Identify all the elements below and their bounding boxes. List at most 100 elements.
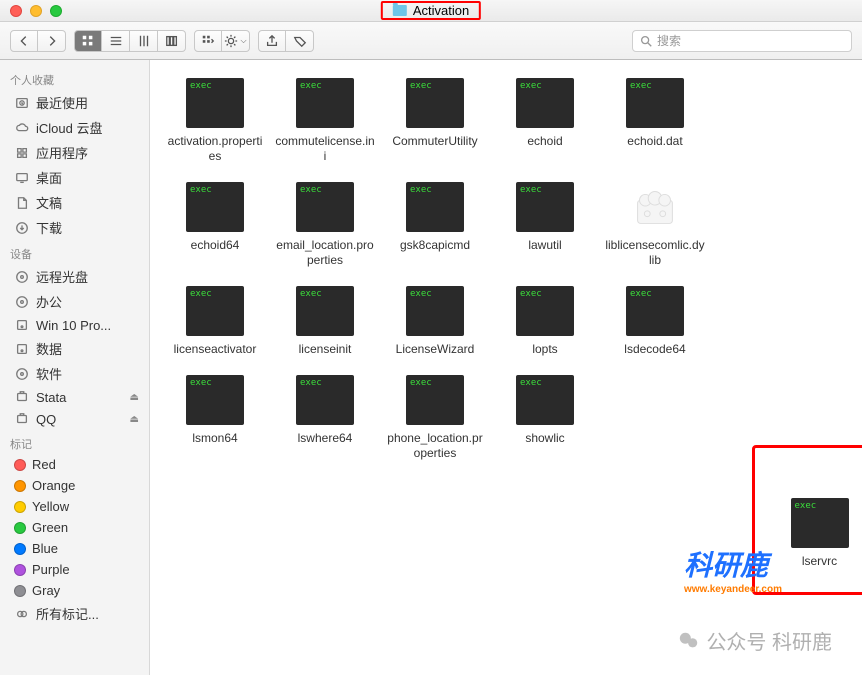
sidebar-item-label: 应用程序 bbox=[36, 143, 88, 162]
file-item[interactable]: lsmon64 bbox=[160, 375, 270, 461]
file-item[interactable]: CommuterUtility bbox=[380, 78, 490, 164]
file-item[interactable]: showlic bbox=[490, 375, 600, 461]
file-item[interactable]: echoid bbox=[490, 78, 600, 164]
titlebar: Activation bbox=[0, 0, 862, 22]
exec-icon bbox=[186, 286, 244, 336]
sidebar-item-label: 所有标记... bbox=[36, 604, 99, 623]
sidebar-item[interactable]: 应用程序 bbox=[0, 140, 149, 165]
file-item[interactable]: lsdecode64 bbox=[600, 286, 710, 357]
search-input[interactable]: 搜索 bbox=[632, 30, 852, 52]
sidebar-header: 设备 bbox=[0, 240, 149, 264]
back-button[interactable] bbox=[10, 30, 38, 52]
maximize-button[interactable] bbox=[50, 5, 62, 17]
sidebar-item[interactable]: Gray bbox=[0, 580, 149, 601]
sidebar-item[interactable]: Yellow bbox=[0, 496, 149, 517]
eject-icon[interactable]: ⏏ bbox=[130, 414, 139, 425]
column-view-button[interactable] bbox=[130, 30, 158, 52]
sidebar-item[interactable]: Purple bbox=[0, 559, 149, 580]
eject-icon[interactable]: ⏏ bbox=[130, 392, 139, 403]
sidebar-item-label: Gray bbox=[32, 583, 60, 598]
sidebar-item[interactable]: Red bbox=[0, 454, 149, 475]
exec-icon bbox=[186, 182, 244, 232]
close-button[interactable] bbox=[10, 5, 22, 17]
file-item[interactable]: lservrc bbox=[755, 498, 862, 569]
file-item[interactable]: lopts bbox=[490, 286, 600, 357]
sidebar-item-label: 办公 bbox=[36, 292, 62, 311]
sidebar-item[interactable]: Stata ⏏ bbox=[0, 386, 149, 408]
watermark-footer: 公众号 科研鹿 bbox=[678, 626, 832, 655]
tag-button[interactable] bbox=[286, 30, 314, 52]
file-item[interactable]: lswhere64 bbox=[270, 375, 380, 461]
sidebar-item[interactable]: 文稿 bbox=[0, 190, 149, 215]
sidebar-item[interactable]: 办公 bbox=[0, 289, 149, 314]
clock-icon bbox=[14, 95, 30, 111]
arrange-button[interactable] bbox=[194, 30, 222, 52]
share-button[interactable] bbox=[258, 30, 286, 52]
file-name: phone_location.properties bbox=[385, 431, 485, 461]
sidebar-header: 标记 bbox=[0, 430, 149, 454]
tag-color-icon bbox=[14, 522, 26, 534]
sidebar-item[interactable]: Win 10 Pro... bbox=[0, 314, 149, 336]
file-name: gsk8capicmd bbox=[400, 238, 470, 253]
sidebar-item[interactable]: 软件 bbox=[0, 361, 149, 386]
file-name: licenseactivator bbox=[174, 342, 257, 357]
action-button[interactable]: ⌵ bbox=[222, 30, 250, 52]
sidebar-item[interactable]: 桌面 bbox=[0, 165, 149, 190]
file-item[interactable]: echoid64 bbox=[160, 182, 270, 268]
alltags-icon bbox=[14, 606, 30, 622]
exec-icon bbox=[296, 375, 354, 425]
tag-color-icon bbox=[14, 564, 26, 576]
file-item[interactable]: liblicensecomlic.dylib bbox=[600, 182, 710, 268]
list-view-button[interactable] bbox=[102, 30, 130, 52]
search-icon bbox=[639, 34, 653, 48]
body: 个人收藏最近使用iCloud 云盘应用程序桌面文稿下载设备远程光盘办公 Win 1… bbox=[0, 60, 862, 675]
sidebar-item[interactable]: iCloud 云盘 bbox=[0, 115, 149, 140]
file-name: email_location.properties bbox=[275, 238, 375, 268]
disk-icon bbox=[14, 317, 30, 333]
file-item[interactable]: echoid.dat bbox=[600, 78, 710, 164]
file-item[interactable]: activation.properties bbox=[160, 78, 270, 164]
sidebar-item[interactable]: 所有标记... bbox=[0, 601, 149, 626]
ext-icon bbox=[14, 389, 30, 405]
sidebar-item-label: 文稿 bbox=[36, 193, 62, 212]
tag-color-icon bbox=[14, 585, 26, 597]
window-title: Activation bbox=[413, 3, 469, 18]
wechat-icon bbox=[678, 630, 700, 652]
exec-icon bbox=[296, 78, 354, 128]
sidebar-item[interactable]: 下载 bbox=[0, 215, 149, 240]
file-item[interactable]: gsk8capicmd bbox=[380, 182, 490, 268]
sidebar-item-label: 桌面 bbox=[36, 168, 62, 187]
file-name: echoid64 bbox=[191, 238, 240, 253]
file-item[interactable]: email_location.properties bbox=[270, 182, 380, 268]
folder-icon bbox=[393, 5, 407, 16]
sidebar-item[interactable]: Blue bbox=[0, 538, 149, 559]
minimize-button[interactable] bbox=[30, 5, 42, 17]
exec-icon bbox=[626, 286, 684, 336]
sidebar-item-label: Win 10 Pro... bbox=[36, 318, 111, 333]
sidebar-item[interactable]: Green bbox=[0, 517, 149, 538]
tag-color-icon bbox=[14, 459, 26, 471]
forward-button[interactable] bbox=[38, 30, 66, 52]
content-area[interactable]: activation.propertiescommutelicense.iniC… bbox=[150, 60, 862, 675]
sidebar-item-label: Stata bbox=[36, 390, 66, 405]
sidebar-item[interactable]: QQ⏏ bbox=[0, 408, 149, 430]
sidebar-header: 个人收藏 bbox=[0, 66, 149, 90]
exec-icon bbox=[186, 375, 244, 425]
icon-view-button[interactable] bbox=[74, 30, 102, 52]
disc-icon bbox=[14, 294, 30, 310]
file-item[interactable]: licenseactivator bbox=[160, 286, 270, 357]
gallery-view-button[interactable] bbox=[158, 30, 186, 52]
sidebar-item-label: 远程光盘 bbox=[36, 267, 88, 286]
sidebar-item[interactable]: 数据 bbox=[0, 336, 149, 361]
sidebar-item[interactable]: 最近使用 bbox=[0, 90, 149, 115]
exec-icon bbox=[296, 286, 354, 336]
highlight-annotation: lservrc bbox=[752, 445, 862, 595]
file-item[interactable]: lawutil bbox=[490, 182, 600, 268]
sidebar-item[interactable]: 远程光盘 bbox=[0, 264, 149, 289]
file-item[interactable]: commutelicense.ini bbox=[270, 78, 380, 164]
file-item[interactable]: phone_location.properties bbox=[380, 375, 490, 461]
sidebar-item[interactable]: Orange bbox=[0, 475, 149, 496]
exec-icon bbox=[406, 375, 464, 425]
file-item[interactable]: licenseinit bbox=[270, 286, 380, 357]
file-item[interactable]: LicenseWizard bbox=[380, 286, 490, 357]
